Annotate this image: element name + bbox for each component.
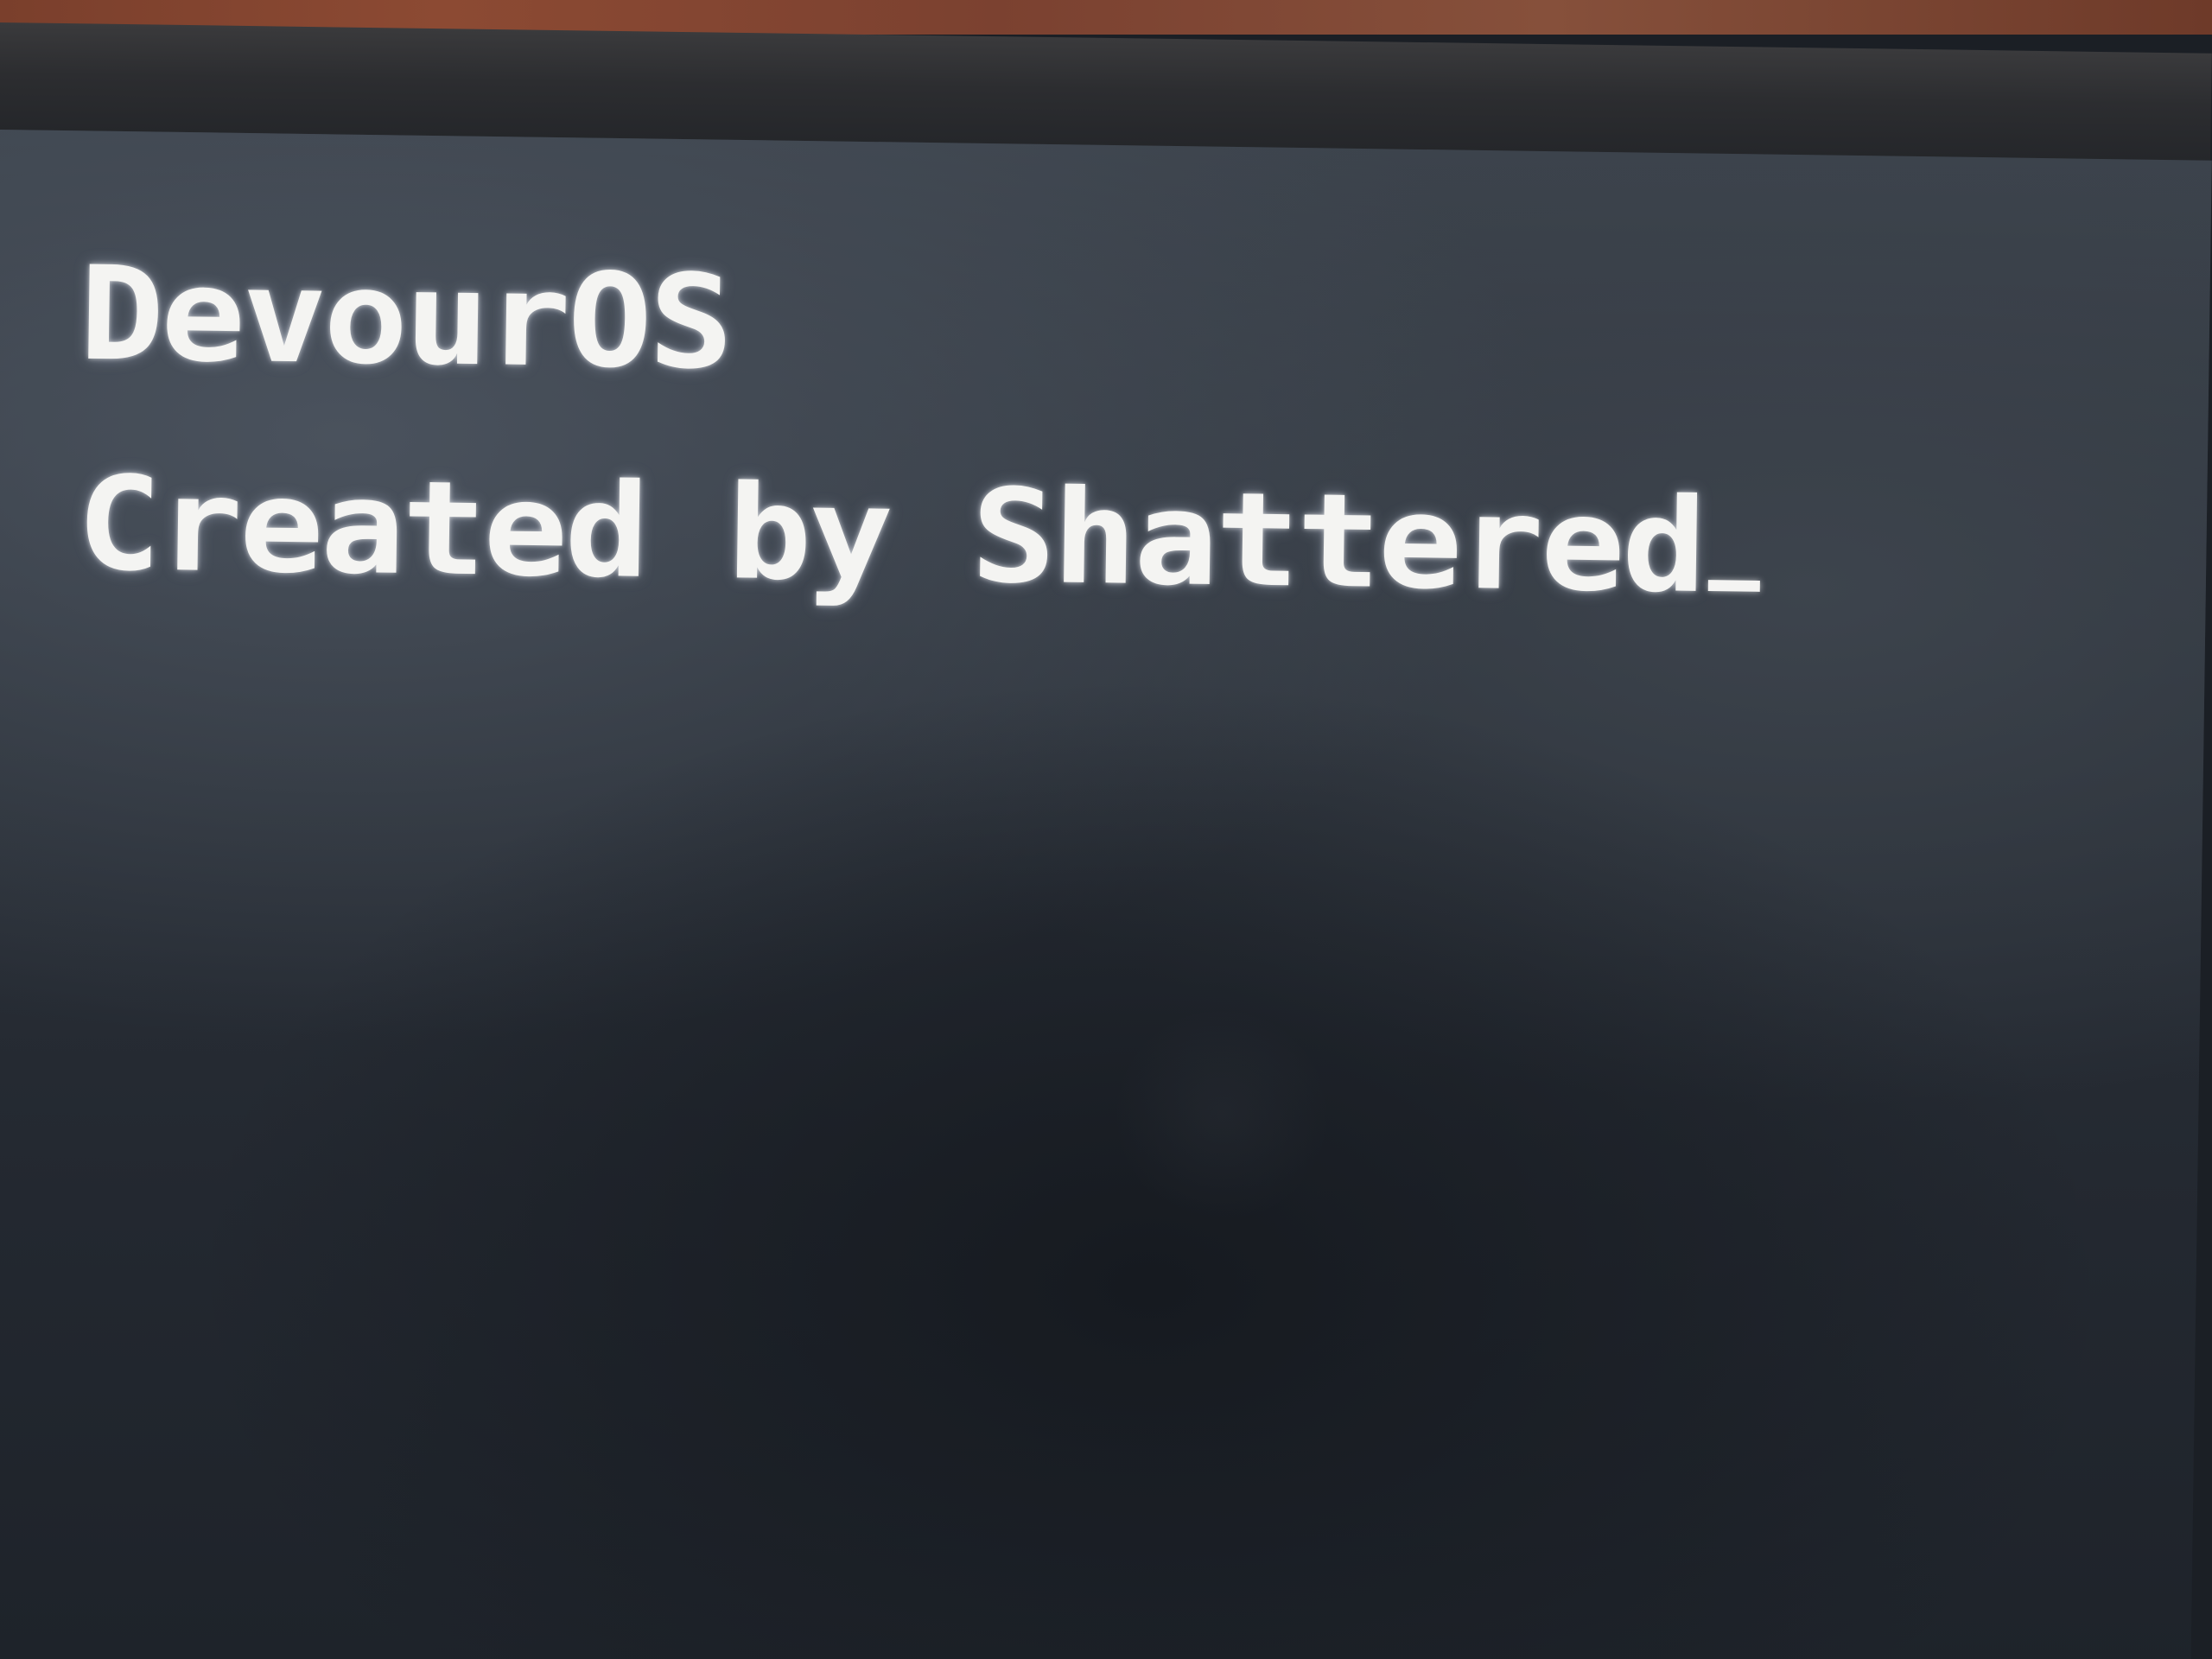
credit-text: Created by Shattered: [75, 448, 1705, 622]
credit-line: Created by Shattered: [75, 442, 1761, 629]
photo-frame: DevourOS Created by Shattered: [0, 0, 2212, 1659]
os-name-line: DevourOS: [78, 238, 732, 399]
text-cursor: [1707, 580, 1760, 592]
screen-glare: [1108, 1009, 1336, 1220]
monitor-screen[interactable]: DevourOS Created by Shattered: [0, 130, 2212, 1659]
text-console: DevourOS Created by Shattered: [75, 200, 1765, 676]
